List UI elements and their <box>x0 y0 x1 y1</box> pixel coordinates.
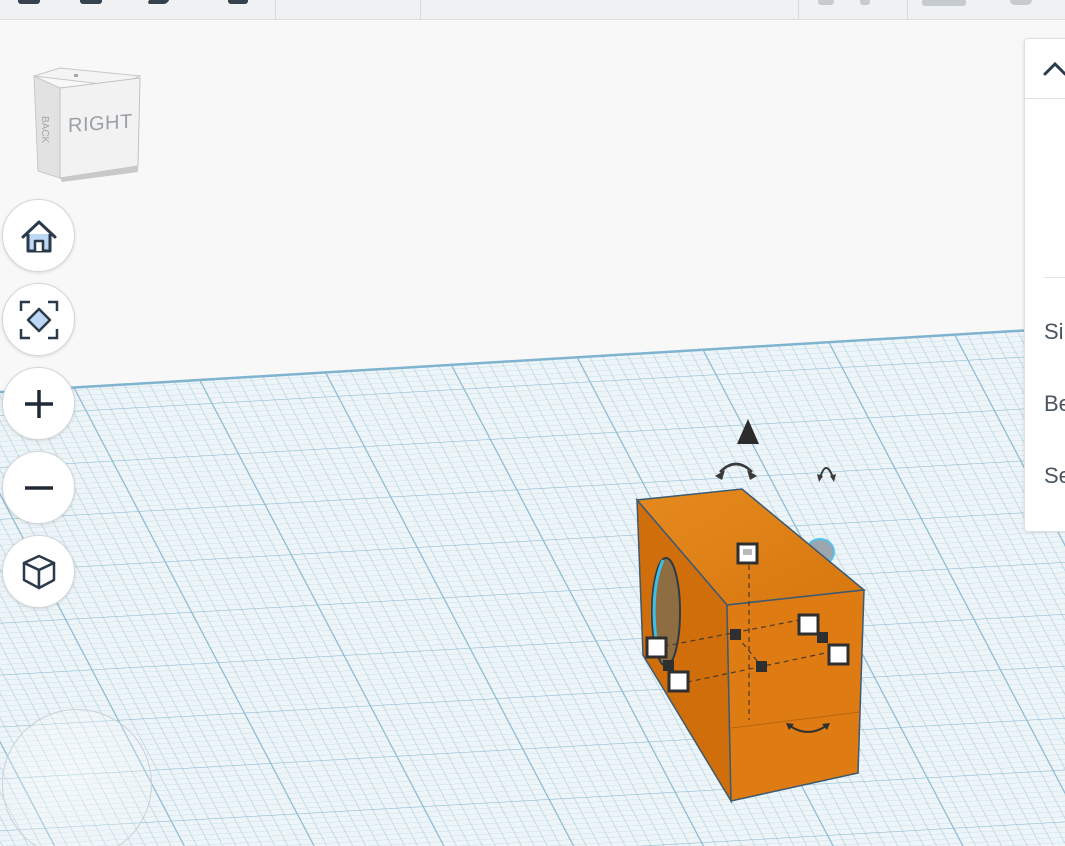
inspector-header <box>1025 39 1065 99</box>
chevron-up-icon[interactable] <box>1040 57 1065 81</box>
center-handle[interactable] <box>730 629 741 640</box>
home-icon <box>21 220 56 252</box>
paste-icon[interactable] <box>80 0 102 4</box>
inspector-row-2[interactable]: Be <box>1044 391 1065 417</box>
zoom-out-button[interactable] <box>2 451 75 524</box>
corner-handle[interactable] <box>827 643 850 666</box>
help-icon[interactable] <box>1010 0 1032 5</box>
orbit-control[interactable] <box>2 709 152 846</box>
minus-icon <box>24 485 53 490</box>
duplicate-icon[interactable] <box>146 0 170 4</box>
delete-icon[interactable] <box>228 0 248 4</box>
fit-view-icon <box>19 300 58 339</box>
shape-inspector-panel: Si Be Se <box>1024 38 1065 532</box>
top-toolbar <box>0 0 1065 20</box>
copy-icon[interactable] <box>18 0 40 4</box>
corner-handle[interactable] <box>797 613 820 636</box>
light-icon[interactable] <box>860 0 870 5</box>
toolbar-separator <box>275 0 276 19</box>
lock-icon[interactable] <box>818 0 834 5</box>
box-front-face[interactable] <box>726 589 865 802</box>
cube-side-label: BACK <box>39 116 50 144</box>
toolbar-separator <box>907 0 908 19</box>
inspector-divider <box>1044 277 1065 278</box>
edge-handle[interactable] <box>663 660 674 671</box>
align-icon[interactable] <box>922 0 966 6</box>
toolbar-separator <box>420 0 421 19</box>
cube-icon <box>22 554 55 589</box>
inspector-row-3[interactable]: Se <box>1044 463 1065 489</box>
inspector-row-1[interactable]: Si <box>1044 319 1064 345</box>
toolbar-separator <box>798 0 799 19</box>
zoom-in-button[interactable] <box>2 367 75 440</box>
cube-face-label: RIGHT <box>68 110 133 138</box>
projection-toggle-button[interactable] <box>2 535 75 608</box>
workplane-canvas[interactable] <box>0 20 1065 846</box>
plus-icon <box>24 389 53 418</box>
home-view-button[interactable] <box>2 199 75 272</box>
corner-handle[interactable] <box>645 636 668 659</box>
height-handle-inner <box>743 549 752 555</box>
corner-handle[interactable] <box>667 670 690 693</box>
fit-all-button[interactable] <box>2 283 75 356</box>
center-handle[interactable] <box>756 661 767 672</box>
